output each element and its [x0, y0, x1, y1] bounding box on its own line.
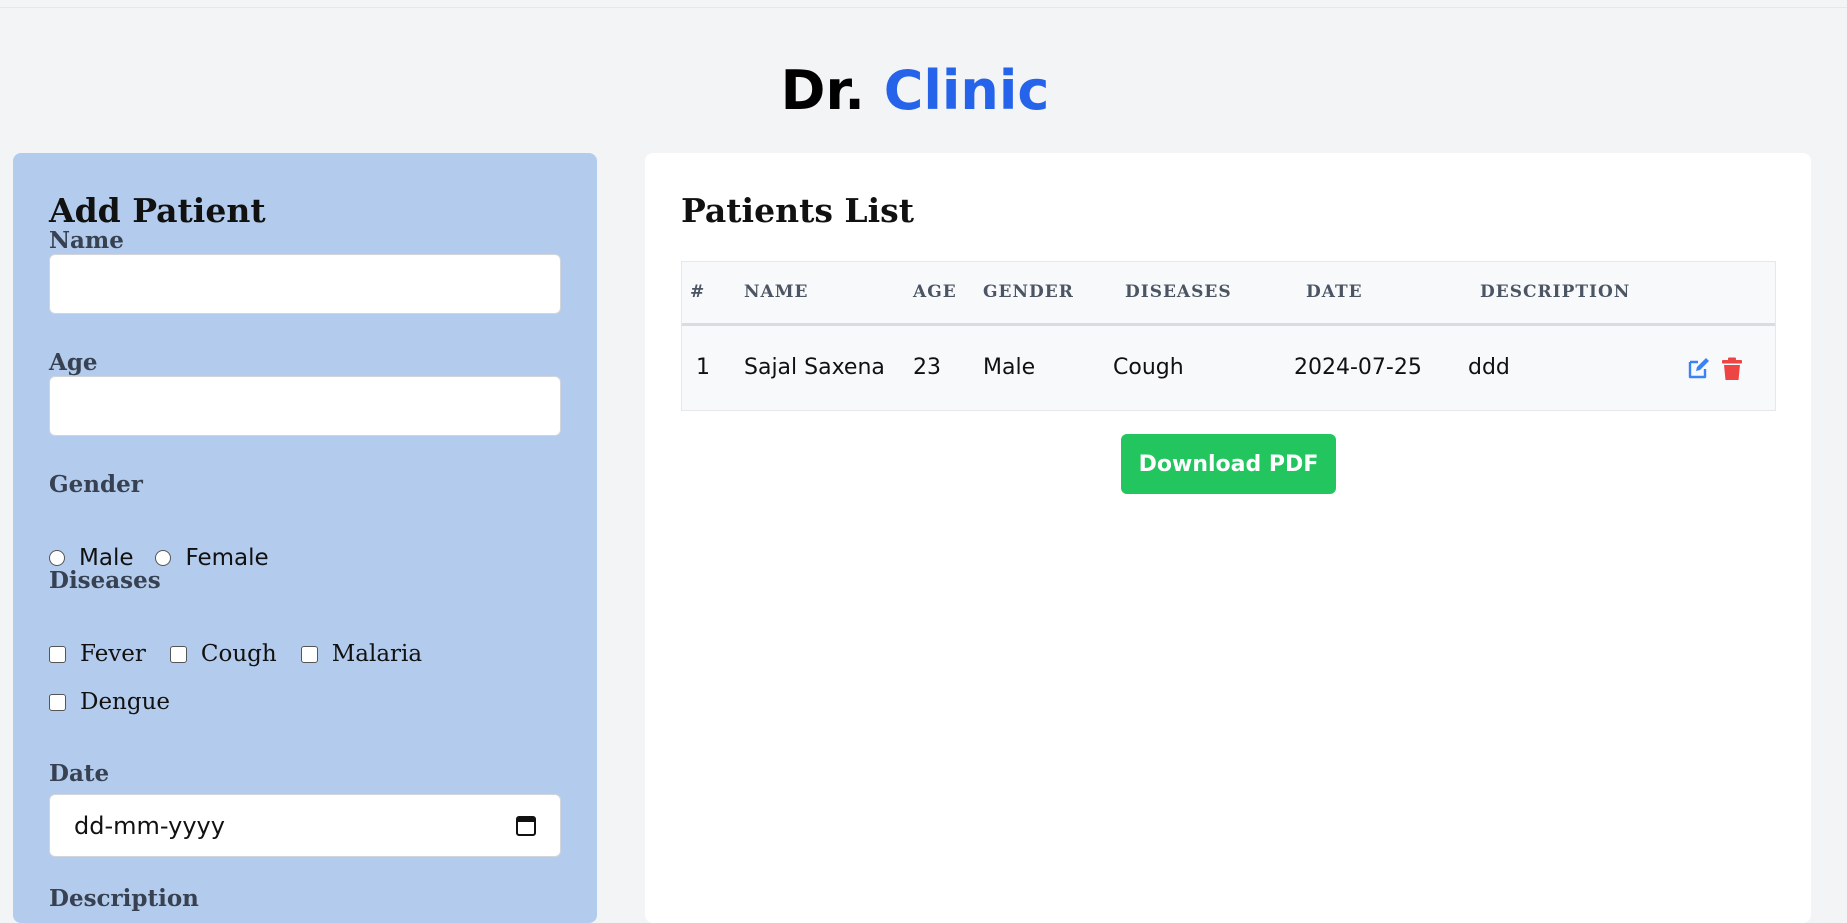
- add-patient-form: Add Patient Name Age Gender Male Female …: [13, 153, 597, 923]
- female-radio[interactable]: [155, 550, 172, 566]
- dengue-checkbox[interactable]: [49, 693, 66, 711]
- disease-option-fever[interactable]: Fever: [49, 641, 146, 667]
- app-title: Dr. Clinic: [0, 56, 1830, 126]
- gender-option-female[interactable]: Female: [155, 545, 269, 571]
- cough-checkbox[interactable]: [169, 645, 187, 663]
- calendar-icon[interactable]: [516, 815, 536, 836]
- list-heading: Patients List: [681, 191, 914, 230]
- disease-option-label: Fever: [80, 641, 146, 667]
- date-placeholder: dd-mm-yyyy: [74, 811, 225, 840]
- column-header-name: NAME: [744, 282, 809, 302]
- disease-option-label: Dengue: [80, 689, 171, 715]
- gender-label: Gender: [49, 471, 143, 498]
- download-pdf-button[interactable]: Download PDF: [1121, 434, 1336, 494]
- cell-date: 2024-07-25: [1294, 355, 1422, 380]
- column-header-description: DESCRIPTION: [1480, 282, 1631, 302]
- cell-gender: Male: [983, 355, 1036, 380]
- disease-options-row-2: Dengue: [49, 689, 192, 715]
- app-title-main: Dr.: [780, 59, 865, 122]
- disease-options-row-1: Fever Cough Malaria: [49, 641, 444, 667]
- cell-description: ddd: [1468, 355, 1510, 380]
- fever-checkbox[interactable]: [49, 645, 66, 663]
- column-header-index: #: [690, 282, 706, 302]
- disease-option-dengue[interactable]: Dengue: [49, 689, 170, 715]
- form-heading: Add Patient: [49, 191, 266, 230]
- patients-list-panel: Patients List # NAME AGE GENDER DISEASES…: [645, 153, 1811, 923]
- table-header: # NAME AGE GENDER DISEASES DATE DESCRIPT…: [682, 262, 1775, 326]
- edit-icon[interactable]: [1686, 357, 1710, 381]
- date-input[interactable]: dd-mm-yyyy: [49, 794, 561, 857]
- trash-icon[interactable]: [1720, 357, 1744, 381]
- age-label: Age: [49, 349, 98, 376]
- gender-option-label: Female: [185, 545, 269, 571]
- table-row: 1 Sajal Saxena 23 Male Cough 2024-07-25 …: [682, 326, 1775, 410]
- column-header-date: DATE: [1306, 282, 1363, 302]
- male-radio[interactable]: [49, 550, 65, 566]
- cell-name: Sajal Saxena: [744, 355, 885, 380]
- column-header-age: AGE: [913, 282, 957, 302]
- top-divider: [0, 7, 1847, 8]
- column-header-gender: GENDER: [983, 282, 1074, 302]
- age-input[interactable]: [49, 376, 561, 436]
- patients-table: # NAME AGE GENDER DISEASES DATE DESCRIPT…: [681, 261, 1776, 411]
- name-input[interactable]: [49, 254, 561, 314]
- diseases-label: Diseases: [49, 567, 161, 594]
- disease-option-label: Cough: [200, 641, 277, 667]
- disease-option-cough[interactable]: Cough: [169, 641, 277, 667]
- cell-diseases: Cough: [1113, 355, 1184, 380]
- disease-option-malaria[interactable]: Malaria: [300, 641, 423, 667]
- name-label: Name: [49, 227, 124, 254]
- disease-option-label: Malaria: [331, 641, 423, 667]
- malaria-checkbox[interactable]: [300, 645, 318, 663]
- cell-index: 1: [696, 355, 710, 380]
- column-header-diseases: DISEASES: [1125, 282, 1232, 302]
- app-title-accent: Clinic: [883, 59, 1050, 122]
- description-label: Description: [49, 885, 199, 912]
- date-label: Date: [49, 760, 110, 787]
- cell-age: 23: [913, 355, 941, 380]
